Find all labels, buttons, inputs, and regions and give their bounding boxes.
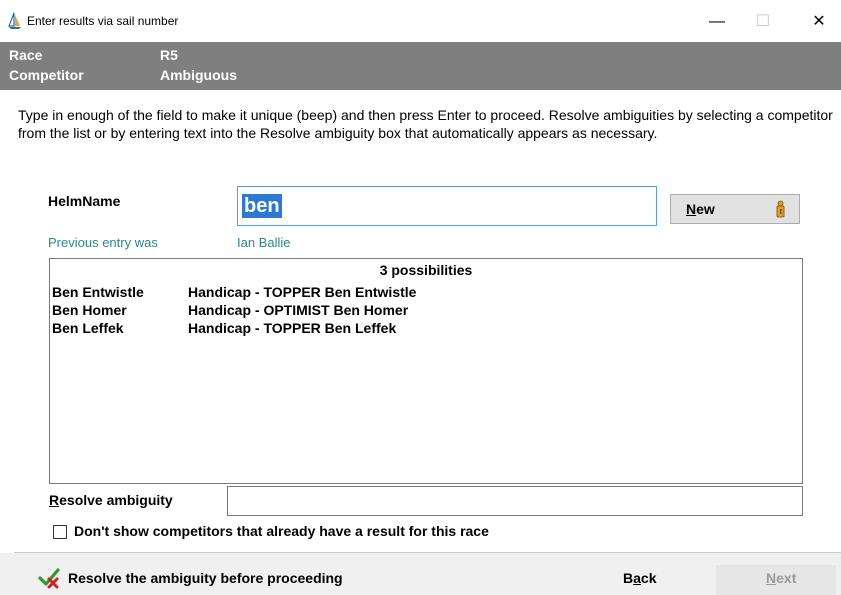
back-button[interactable]: Back xyxy=(612,565,712,595)
list-item-name: Ben Entwistle xyxy=(52,284,144,300)
sailboat-icon xyxy=(8,12,21,29)
hide-results-label[interactable]: Don't show competitors that already have… xyxy=(74,523,489,539)
helm-name-label: HelmName xyxy=(48,193,121,209)
previous-entry-label: Previous entry was xyxy=(48,235,158,250)
next-button[interactable]: Next xyxy=(716,565,836,595)
helm-name-value: ben xyxy=(242,194,282,218)
new-button[interactable]: New xyxy=(670,194,800,224)
window-title: Enter results via sail number xyxy=(27,14,179,28)
previous-entry-value: Ian Ballie xyxy=(237,235,291,250)
resolve-ambiguity-label: Resolve ambiguity xyxy=(49,492,173,508)
close-button[interactable]: ✕ xyxy=(796,8,841,36)
maximize-button[interactable]: ☐ xyxy=(740,8,786,36)
hide-results-checkbox[interactable] xyxy=(53,525,67,539)
check-cross-icon xyxy=(38,568,60,589)
new-competitor-icon xyxy=(776,200,785,218)
minimize-button[interactable]: — xyxy=(694,8,740,36)
possibilities-list[interactable]: 3 possibilities Ben Entwistle Handicap -… xyxy=(49,258,803,484)
list-item-name: Ben Leffek xyxy=(52,320,124,336)
back-button-label: Back xyxy=(623,570,657,586)
next-button-label: Next xyxy=(766,570,797,586)
list-item[interactable]: Ben Leffek Handicap - TOPPER Ben Leffek xyxy=(52,320,792,338)
race-value: R5 xyxy=(160,47,178,63)
list-item-detail: Handicap - TOPPER Ben Leffek xyxy=(188,320,397,336)
competitor-value: Ambiguous xyxy=(160,67,237,83)
instructions-text: Type in enough of the field to make it u… xyxy=(18,107,833,141)
possibilities-count: 3 possibilities xyxy=(379,262,473,278)
list-item-detail: Handicap - OPTIMIST Ben Homer xyxy=(188,302,409,318)
list-item-name: Ben Homer xyxy=(52,302,127,318)
list-item[interactable]: Ben Entwistle Handicap - TOPPER Ben Entw… xyxy=(52,284,792,302)
resolve-ambiguity-input[interactable] xyxy=(227,486,803,516)
list-item[interactable]: Ben Homer Handicap - OPTIMIST Ben Homer xyxy=(52,302,792,320)
competitor-label: Competitor xyxy=(9,67,84,83)
race-label: Race xyxy=(9,47,43,63)
status-message: Resolve the ambiguity before proceeding xyxy=(68,570,343,586)
helm-name-input[interactable]: ben xyxy=(237,186,657,226)
list-item-detail: Handicap - TOPPER Ben Entwistle xyxy=(188,284,417,300)
race-header: Race R5 Competitor Ambiguous xyxy=(0,42,841,90)
new-button-label: New xyxy=(686,201,715,217)
